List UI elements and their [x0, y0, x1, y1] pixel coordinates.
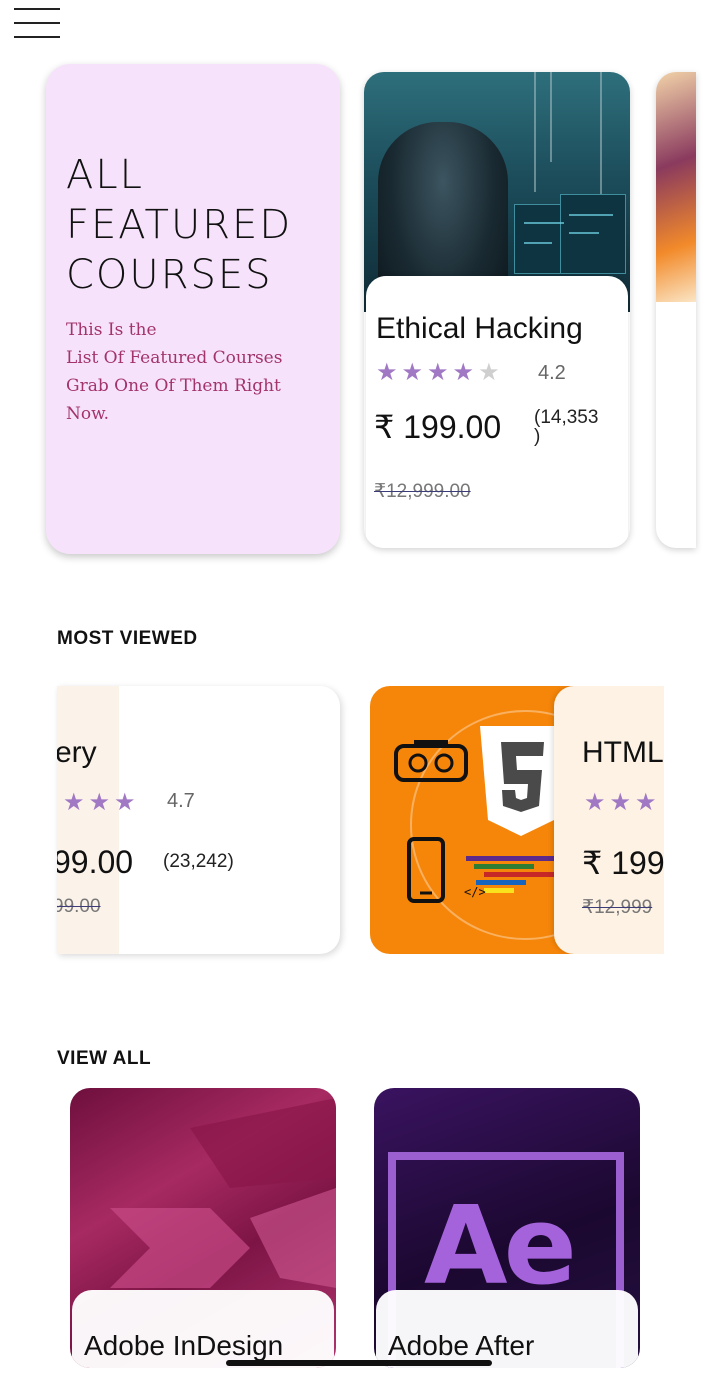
- home-indicator[interactable]: [226, 1360, 492, 1366]
- star-icon: ★: [88, 789, 111, 816]
- course-title: HTML: [582, 736, 664, 769]
- course-title: ery: [57, 736, 97, 769]
- rating-value: 4.2: [538, 362, 566, 384]
- rating-stars: ★ ★ ★: [63, 788, 136, 817]
- price: 99.00: [57, 844, 134, 880]
- course-info-panel: Adobe InDesign: [72, 1290, 334, 1368]
- section-title-view-all: VIEW ALL: [57, 1048, 152, 1069]
- review-count: (14,353 ): [534, 407, 599, 447]
- star-icon: ★: [401, 359, 424, 386]
- rating-value: 4.7: [167, 790, 195, 812]
- star-icon: ★: [376, 359, 398, 386]
- course-info-panel: Adobe After: [376, 1290, 638, 1368]
- original-price: ₹12,999.00: [374, 481, 471, 502]
- star-empty-icon: ★: [478, 359, 500, 386]
- course-info-panel: Ethical Hacking ★ ★ ★ ★ ★ 4.2 ₹ 199.00 (…: [366, 276, 628, 548]
- rating-stars: ★ ★ ★: [584, 788, 657, 817]
- course-title: Adobe InDesign: [84, 1330, 284, 1361]
- rating-stars: ★ ★ ★ ★ ★: [376, 358, 500, 387]
- star-half-icon: ★: [114, 789, 136, 816]
- svg-text:</>: </>: [464, 885, 486, 899]
- original-price: 99.00: [57, 896, 101, 917]
- course-card-adobe-indesign[interactable]: Adobe InDesign: [70, 1088, 336, 1368]
- star-icon: ★: [609, 789, 632, 816]
- price: ₹ 199.00: [374, 409, 502, 445]
- review-count: (23,242): [163, 851, 234, 872]
- most-viewed-card-partial[interactable]: ery ★ ★ ★ 4.7 99.00 (23,242) 99.00: [57, 686, 340, 954]
- section-title-most-viewed: MOST VIEWED: [57, 628, 198, 649]
- star-icon: ★: [63, 789, 85, 816]
- star-icon: ★: [584, 789, 606, 816]
- vr-headset-icon: [394, 740, 468, 782]
- course-thumbnail: [110, 1098, 336, 1288]
- course-info-panel: HTML ★ ★ ★ ₹ 199 ₹12,999: [554, 686, 664, 954]
- course-card-partial[interactable]: [656, 72, 696, 548]
- course-card-ethical-hacking[interactable]: Ethical Hacking ★ ★ ★ ★ ★ 4.2 ₹ 199.00 (…: [364, 72, 630, 548]
- course-title: Ethical Hacking: [376, 312, 583, 345]
- star-icon: ★: [452, 359, 475, 386]
- smartphone-icon: [407, 837, 445, 903]
- html5-logo-icon: [480, 726, 562, 836]
- featured-title: All Featured Courses: [66, 152, 293, 298]
- most-viewed-card-html[interactable]: </> HTML ★ ★ ★ ₹ 199 ₹12,999: [370, 686, 664, 954]
- star-icon: ★: [635, 789, 657, 816]
- price: ₹ 199: [582, 845, 664, 881]
- original-price: ₹12,999: [582, 897, 653, 918]
- course-card-adobe-after-effects[interactable]: Ae Adobe After: [374, 1088, 640, 1368]
- featured-subtitle: This Is the List Of Featured Courses Gra…: [66, 320, 283, 424]
- course-title: Adobe After: [388, 1330, 535, 1361]
- hamburger-menu-icon[interactable]: [14, 4, 60, 38]
- featured-intro-card: All Featured Courses This Is the List Of…: [46, 64, 340, 554]
- star-icon: ★: [427, 359, 449, 386]
